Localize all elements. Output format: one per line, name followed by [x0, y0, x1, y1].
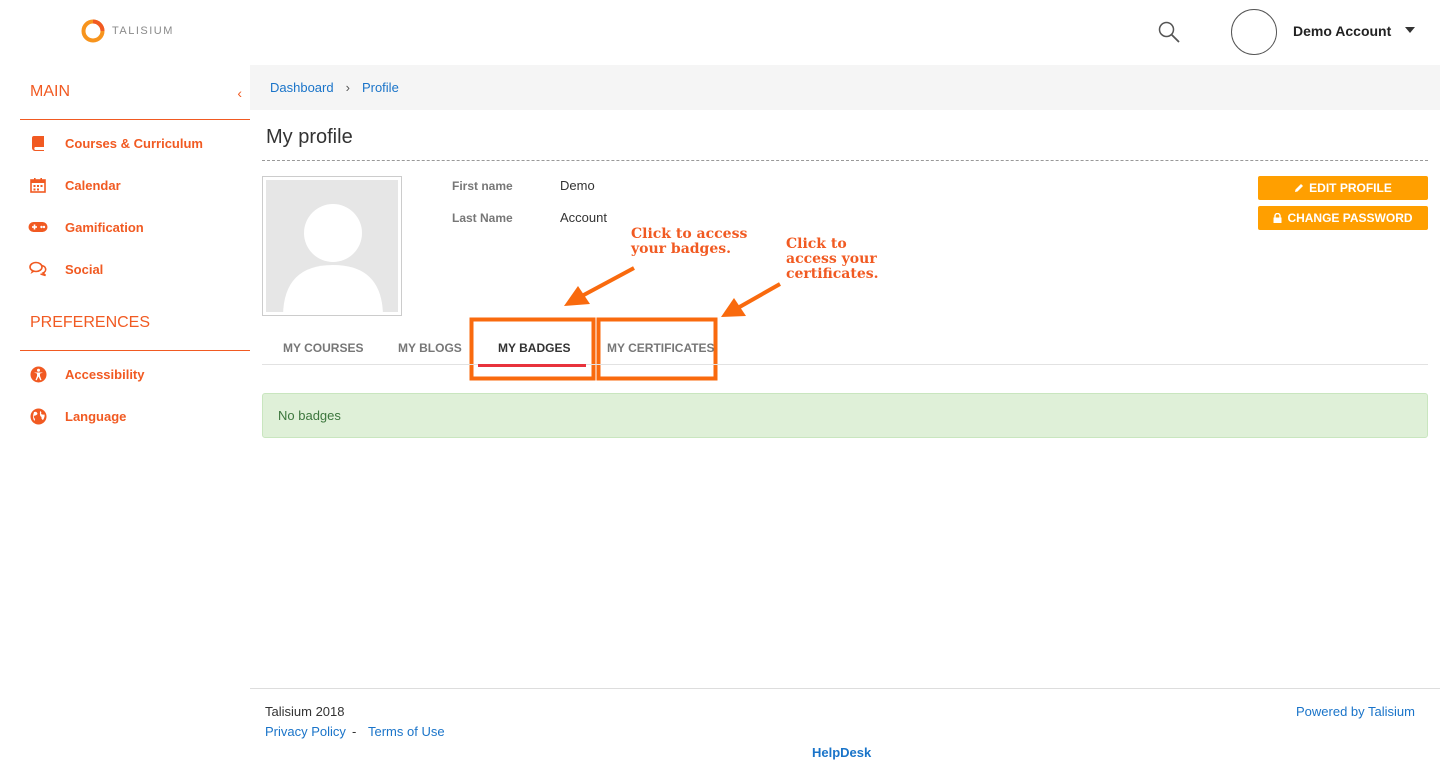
footer-divider: [250, 688, 1440, 689]
user-menu-caret-icon[interactable]: [1405, 27, 1415, 33]
terms-of-use-link[interactable]: Terms of Use: [368, 724, 445, 739]
tab-my-blogs[interactable]: MY BLOGS: [398, 341, 462, 355]
globe-icon: [28, 407, 48, 425]
book-icon: [28, 134, 48, 152]
footer-separator: -: [352, 724, 357, 739]
sidebar-section-main: MAIN ‹: [20, 65, 250, 120]
first-name-value: Demo: [560, 178, 595, 193]
helpdesk-link[interactable]: HelpDesk: [812, 745, 871, 760]
tab-my-badges[interactable]: MY BADGES: [498, 341, 570, 355]
certificates-annotation: Click to access your certificates.: [786, 237, 879, 282]
sidebar-item-courses[interactable]: Courses & Curriculum: [20, 122, 250, 164]
sidebar-collapse-icon[interactable]: ‹: [237, 85, 242, 101]
first-name-label: First name: [452, 179, 513, 193]
annotation-line: Click to access: [631, 226, 748, 242]
breadcrumb-separator: ›: [345, 80, 350, 95]
sidebar-section-preferences: PREFERENCES: [20, 296, 250, 351]
annotation-line: certificates.: [786, 266, 879, 282]
profile-photo: [262, 176, 402, 316]
change-password-button[interactable]: CHANGE PASSWORD: [1258, 206, 1428, 230]
sidebar-item-accessibility[interactable]: Accessibility: [20, 353, 250, 395]
alert-message: No badges: [278, 408, 341, 423]
annotation-line: your badges.: [631, 241, 732, 257]
no-badges-alert: No badges: [262, 393, 1428, 438]
annotation-line: Click to: [786, 236, 847, 252]
sidebar-item-label: Calendar: [65, 177, 121, 193]
accessibility-icon: [28, 365, 48, 383]
sidebar-item-label: Language: [65, 408, 127, 424]
page-title: My profile: [266, 126, 353, 148]
search-icon[interactable]: [1157, 20, 1181, 44]
last-name-value: Account: [560, 210, 607, 225]
powered-by-link[interactable]: Powered by Talisium: [1296, 704, 1415, 719]
breadcrumb-dashboard[interactable]: Dashboard: [270, 80, 334, 95]
footer-copyright: Talisium 2018: [265, 704, 345, 719]
logo-text: TALISIUM: [112, 25, 174, 37]
sidebar-preferences-title: PREFERENCES: [30, 314, 151, 331]
user-avatar[interactable]: [1231, 9, 1277, 55]
sidebar-item-gamification[interactable]: Gamification: [20, 206, 250, 248]
avatar-placeholder-icon: [1234, 12, 1276, 54]
active-tab-indicator: [478, 364, 586, 367]
sidebar: MAIN ‹ Courses & Curriculum Calendar Gam…: [20, 65, 250, 437]
sidebar-item-language[interactable]: Language: [20, 395, 250, 437]
tab-my-courses[interactable]: MY COURSES: [283, 341, 363, 355]
breadcrumb: Dashboard › Profile: [250, 65, 1440, 110]
sidebar-item-social[interactable]: Social: [20, 248, 250, 290]
profile-tabs: MY COURSES MY BLOGS MY BADGES MY CERTIFI…: [262, 333, 1428, 365]
talisium-logo[interactable]: TALISIUM: [80, 18, 174, 44]
badges-annotation: Click to access your badges.: [631, 227, 747, 257]
calendar-icon: [28, 176, 48, 194]
pencil-icon: [1295, 184, 1304, 192]
privacy-policy-link[interactable]: Privacy Policy: [265, 724, 346, 739]
annotation-line: access your: [786, 251, 877, 267]
sidebar-item-label: Accessibility: [65, 366, 145, 382]
logo-ring-icon: [81, 19, 105, 43]
sidebar-item-label: Courses & Curriculum: [65, 135, 203, 151]
last-name-label: Last Name: [452, 211, 513, 225]
certificates-arrow-icon: [721, 282, 781, 317]
change-password-label: CHANGE PASSWORD: [1287, 211, 1413, 225]
tab-my-certificates[interactable]: MY CERTIFICATES: [607, 341, 715, 355]
edit-profile-label: EDIT PROFILE: [1309, 181, 1392, 195]
sidebar-main-title: MAIN: [30, 83, 70, 100]
user-name[interactable]: Demo Account: [1293, 23, 1391, 39]
user-silhouette-icon: [283, 204, 383, 315]
gamepad-icon: [28, 218, 48, 236]
sidebar-item-label: Social: [65, 261, 104, 277]
comments-icon: [28, 260, 48, 278]
lock-icon: [1273, 213, 1282, 223]
title-divider: [262, 160, 1428, 161]
edit-profile-button[interactable]: EDIT PROFILE: [1258, 176, 1428, 200]
breadcrumb-profile[interactable]: Profile: [362, 80, 399, 95]
badges-arrow-icon: [564, 266, 635, 306]
sidebar-item-calendar[interactable]: Calendar: [20, 164, 250, 206]
sidebar-item-label: Gamification: [65, 219, 144, 235]
